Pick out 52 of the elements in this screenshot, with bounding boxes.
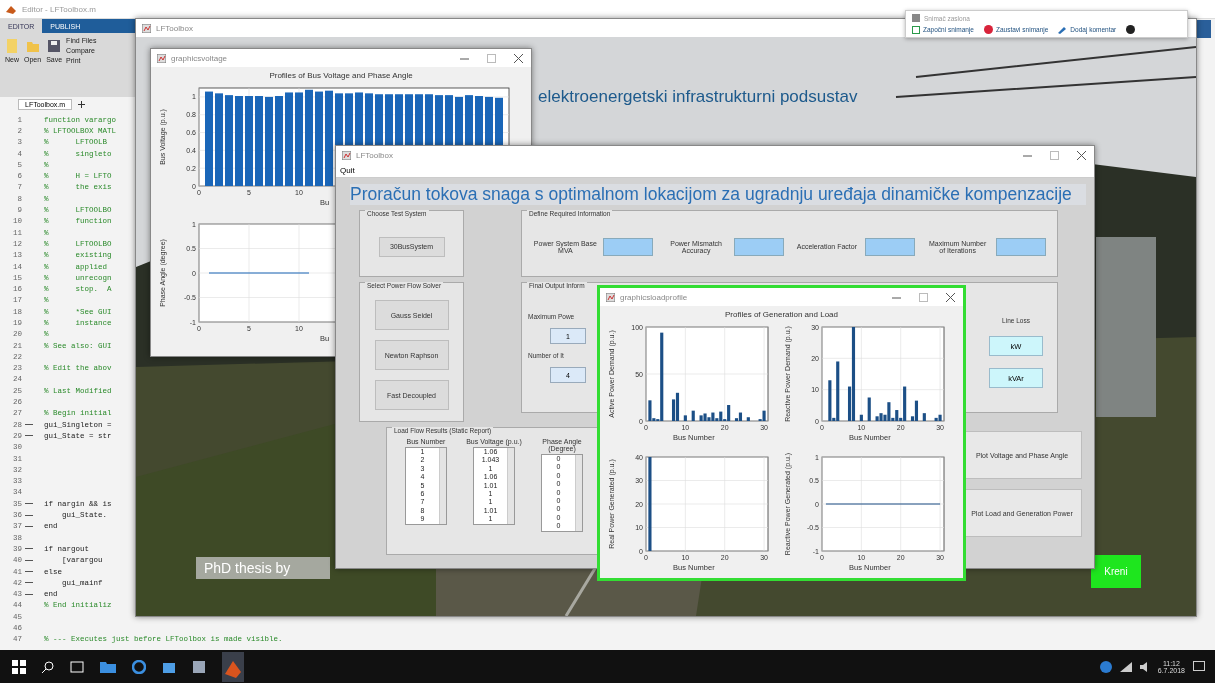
scroll-bar[interactable] xyxy=(507,448,514,524)
task-view-icon[interactable] xyxy=(70,660,84,673)
window-title: graphicsvoltage xyxy=(171,53,228,63)
bar xyxy=(691,410,695,421)
window-title: LFToolbox xyxy=(356,150,393,160)
scroll-icon xyxy=(1197,20,1211,38)
pen-icon xyxy=(1058,25,1068,34)
new-file-icon xyxy=(5,38,19,54)
figure-icon xyxy=(157,53,166,63)
network-icon[interactable] xyxy=(1119,661,1132,672)
bar xyxy=(922,413,926,421)
window-title: Editor - LFToolbox.m xyxy=(22,4,96,14)
plot-title: Profiles of Generation and Load xyxy=(724,309,839,321)
bar xyxy=(683,415,687,421)
window-title: graphicsloadprofile xyxy=(620,292,688,302)
caption: PhD thesis by xyxy=(196,557,330,579)
scroll-bar[interactable] xyxy=(439,448,446,524)
close-icon[interactable] xyxy=(946,292,955,302)
input-field[interactable] xyxy=(603,237,654,256)
app-icon[interactable] xyxy=(192,659,206,674)
globe-icon[interactable] xyxy=(1099,660,1112,673)
app-heading: Proračun tokova snaga s optimalnom lokacijom za ugradnju uređaja dinamičke kompenzacije xyxy=(350,184,1086,205)
search-icon[interactable] xyxy=(42,660,54,673)
bar xyxy=(746,417,750,421)
folder-icon[interactable] xyxy=(100,660,116,673)
close-icon[interactable] xyxy=(514,53,523,63)
stop-icon xyxy=(983,25,993,34)
add-icon[interactable] xyxy=(78,101,86,108)
windows-logo-icon[interactable] xyxy=(12,659,26,674)
bar xyxy=(859,414,863,421)
record-start-icon xyxy=(912,25,920,34)
browser-icon[interactable] xyxy=(132,659,146,674)
matlab-icon[interactable] xyxy=(222,651,244,682)
notification-icon[interactable] xyxy=(1193,661,1205,672)
save-icon xyxy=(47,38,62,54)
figure-icon xyxy=(342,150,351,160)
input-field[interactable] xyxy=(864,237,915,256)
window-title: LFToolbox xyxy=(156,23,193,33)
matlab-icon xyxy=(6,4,16,14)
input-field[interactable] xyxy=(995,237,1046,256)
menu-item[interactable]: Quit xyxy=(340,166,355,175)
volume-icon[interactable] xyxy=(1139,661,1150,672)
input-field[interactable] xyxy=(734,237,785,256)
plot-title: Profiles of Bus Voltage and Phase Angle xyxy=(268,70,414,82)
recorder-icon xyxy=(912,14,920,22)
bar xyxy=(867,397,871,421)
scroll-bar[interactable] xyxy=(575,455,582,531)
slide-heading: elektroenergetski infrastrukturni podsustav xyxy=(538,87,858,107)
help-icon[interactable] xyxy=(1126,25,1136,34)
figure-icon xyxy=(606,292,615,302)
close-icon[interactable] xyxy=(1077,150,1086,160)
figure-icon xyxy=(142,23,151,33)
